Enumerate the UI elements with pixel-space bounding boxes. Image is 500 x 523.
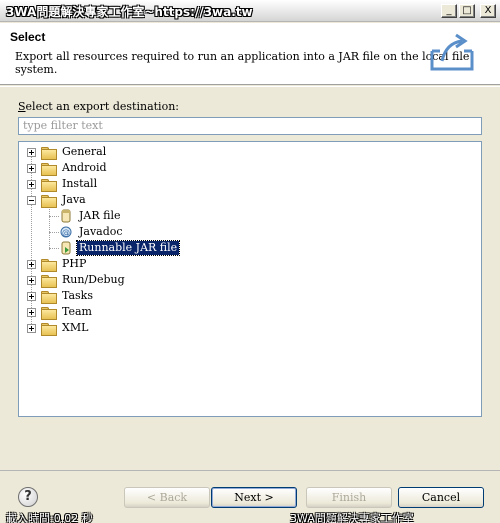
folder-icon	[40, 162, 57, 176]
export-destination-label-text: elect an export destination:	[25, 100, 179, 113]
load-time-text: 載入時間:0.02 秒	[6, 512, 93, 523]
folder-icon	[40, 178, 57, 192]
expand-icon[interactable]	[27, 307, 36, 317]
export-destination-label: Select an export destination:	[18, 100, 179, 113]
title-bar: 3WA問題解決專家工作室~https://3wa.tw _ □ X	[0, 0, 500, 22]
export-icon	[430, 33, 474, 71]
button-bar-separator	[0, 470, 500, 471]
tree-item-label: JAR file	[79, 209, 121, 222]
folder-icon	[40, 258, 57, 272]
folder-icon	[40, 322, 57, 336]
expand-icon[interactable]	[27, 179, 36, 189]
tree-item-label: PHP	[62, 257, 87, 270]
folder-icon	[40, 274, 57, 288]
svg-text:@: @	[62, 228, 70, 237]
tree-item-label: General	[62, 145, 107, 158]
expand-icon[interactable]	[27, 291, 36, 301]
tree-item-label: Team	[62, 305, 92, 318]
expand-icon[interactable]	[27, 275, 36, 285]
tree-item-javadoc[interactable]: @ Javadoc	[59, 224, 125, 240]
tree-connector	[49, 248, 59, 249]
tree-item-tasks[interactable]: Tasks	[27, 288, 95, 304]
tree-item-java[interactable]: Java	[27, 192, 88, 208]
javadoc-icon: @	[59, 225, 73, 239]
tree-item-label: Java	[62, 193, 86, 206]
tree-item-label: Run/Debug	[62, 273, 125, 286]
expand-icon[interactable]	[27, 259, 36, 269]
expand-icon[interactable]	[27, 147, 36, 157]
tree-item-label: Runnable JAR file	[75, 240, 181, 256]
help-button[interactable]: ?	[18, 487, 38, 507]
banner-separator	[0, 86, 500, 87]
tree-item-jar-file[interactable]: JAR file	[59, 208, 123, 224]
wizard-banner: Select Export all resources required to …	[0, 23, 500, 85]
tree-item-php[interactable]: PHP	[27, 256, 88, 272]
runnable-jar-icon	[59, 241, 73, 255]
page-title: Select	[10, 30, 46, 44]
tree-item-label: Install	[62, 177, 98, 190]
export-destination-tree[interactable]: General Android Install Java JAR file @ …	[18, 141, 482, 417]
tree-connector	[49, 232, 59, 233]
close-button[interactable]: X	[480, 4, 496, 18]
back-button[interactable]: < Back	[124, 487, 210, 508]
folder-icon	[40, 146, 57, 160]
tree-item-run-debug[interactable]: Run/Debug	[27, 272, 127, 288]
jar-file-icon	[59, 209, 73, 223]
tree-connector	[49, 216, 59, 217]
watermark-text: 3WA問題解決專家工作室~https://3wa.tw	[290, 512, 414, 523]
tree-item-general[interactable]: General	[27, 144, 108, 160]
tree-item-runnable-jar-file[interactable]: Runnable JAR file	[59, 240, 181, 256]
tree-item-label: Javadoc	[79, 225, 123, 238]
collapse-icon[interactable]	[27, 195, 36, 205]
expand-icon[interactable]	[27, 163, 36, 173]
minimize-button[interactable]: _	[441, 4, 457, 18]
mnemonic-letter: S	[18, 100, 26, 113]
tree-item-android[interactable]: Android	[27, 160, 109, 176]
tree-connector	[49, 206, 50, 250]
tree-item-label: Android	[62, 161, 107, 174]
maximize-button[interactable]: □	[459, 4, 475, 18]
next-button[interactable]: Next >	[211, 487, 297, 508]
finish-button[interactable]: Finish	[306, 487, 392, 508]
tree-item-label: Tasks	[62, 289, 93, 302]
tree-item-label: XML	[62, 321, 89, 334]
filter-input[interactable]: type filter text	[18, 117, 482, 135]
folder-icon	[40, 290, 57, 304]
tree-item-install[interactable]: Install	[27, 176, 99, 192]
expand-icon[interactable]	[27, 323, 36, 333]
tree-item-xml[interactable]: XML	[27, 320, 90, 336]
folder-open-icon	[40, 194, 57, 208]
folder-icon	[40, 306, 57, 320]
tree-item-team[interactable]: Team	[27, 304, 94, 320]
cancel-button[interactable]: Cancel	[398, 487, 484, 508]
window-title: 3WA問題解決專家工作室~https://3wa.tw	[6, 5, 253, 19]
